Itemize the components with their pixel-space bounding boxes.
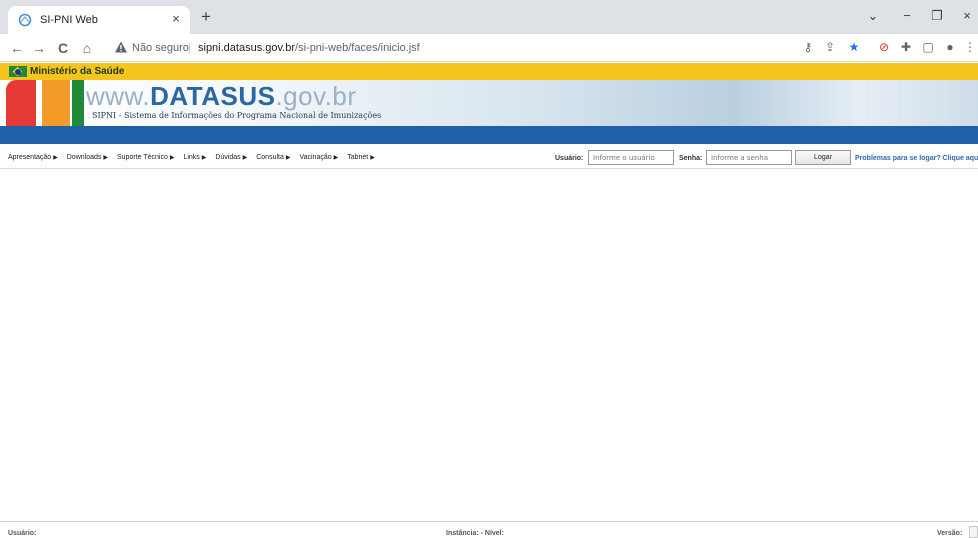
- main-menu: Apresentação ▶ Downloads ▶ Suporte Técnico…: [8, 153, 382, 163]
- datasus-logo: www.DATASUS.gov.br: [86, 81, 357, 111]
- system-subtitle: SIPNI - Sistema de Informações do Progra…: [92, 111, 382, 120]
- banner-red-block: [6, 80, 36, 126]
- profile-icon[interactable]: ●: [942, 40, 958, 54]
- user-input[interactable]: [588, 150, 674, 165]
- site-favicon-icon: [18, 13, 32, 27]
- main-menu-bar: Apresentação ▶ Downloads ▶ Suporte Técnico…: [0, 147, 978, 169]
- banner-orange-block: [42, 80, 70, 126]
- menu-item-tabnet[interactable]: Tabnet ▶: [347, 153, 375, 163]
- browser-tab-bar: SI-PNI Web × + ⌄ − ❐ ×: [0, 0, 978, 34]
- url-text[interactable]: sipni.datasus.gov.br/si-pni-web/faces/in…: [198, 41, 420, 55]
- url-separator: |: [188, 42, 191, 54]
- warning-icon[interactable]: [114, 40, 128, 54]
- forward-button[interactable]: →: [30, 39, 48, 57]
- restore-button[interactable]: ❐: [926, 8, 948, 24]
- share-icon[interactable]: ⇪: [822, 40, 838, 54]
- extension-red-icon[interactable]: ⊘: [876, 40, 892, 54]
- brazil-flag-icon: [9, 66, 27, 77]
- url-path: /si-pni-web/faces/inicio.jsf: [295, 42, 420, 54]
- close-window-button[interactable]: ×: [956, 8, 978, 24]
- version-box: [969, 526, 978, 538]
- menu-item-suporte-tecnico[interactable]: Suporte Técnico ▶: [117, 153, 174, 163]
- bookmark-star-icon[interactable]: ★: [846, 40, 862, 54]
- url-host: sipni.datasus.gov.br: [198, 42, 296, 54]
- menu-icon[interactable]: ⋮: [962, 40, 978, 54]
- menu-item-links[interactable]: Links ▶: [183, 153, 206, 163]
- address-bar[interactable]: Não seguro | sipni.datasus.gov.br/si-pni…: [108, 37, 968, 59]
- password-label: Senha:: [679, 155, 703, 162]
- menu-item-downloads[interactable]: Downloads ▶: [67, 153, 108, 163]
- browser-tab[interactable]: SI-PNI Web ×: [8, 6, 190, 34]
- menu-item-vacinacao[interactable]: Vacinação ▶: [299, 153, 338, 163]
- tab-close-icon[interactable]: ×: [168, 11, 184, 27]
- reload-button[interactable]: C: [54, 39, 72, 57]
- ministry-label[interactable]: Ministério da Saúde: [30, 65, 124, 78]
- menu-item-duvidas[interactable]: Dúvidas ▶: [215, 153, 247, 163]
- menu-item-apresentacao[interactable]: Apresentação ▶: [8, 153, 58, 163]
- home-button[interactable]: ⌂: [78, 39, 96, 57]
- minimize-button[interactable]: −: [896, 8, 918, 24]
- key-icon[interactable]: ⚷: [800, 40, 816, 54]
- puzzle-icon[interactable]: ✚: [898, 40, 914, 54]
- user-label: Usuário:: [555, 155, 584, 162]
- password-input[interactable]: [706, 150, 792, 165]
- status-version-label: Versão:: [937, 530, 963, 537]
- login-help-link[interactable]: Problemas para se logar? Clique aqui: [855, 154, 978, 164]
- browser-toolbar: ← → C ⌂ Não seguro | sipni.datasus.gov.b…: [0, 34, 978, 62]
- status-instance-label: Instância: - Nível:: [446, 530, 504, 537]
- government-bar: Ministério da Saúde: [0, 63, 978, 80]
- new-tab-button[interactable]: +: [196, 8, 216, 26]
- blue-divider-strip: [0, 126, 978, 144]
- tab-title: SI-PNI Web: [40, 14, 98, 26]
- back-button[interactable]: ←: [8, 39, 26, 57]
- menu-item-consulta[interactable]: Consulta ▶: [256, 153, 290, 163]
- datasus-banner: www.DATASUS.gov.br SIPNI - Sistema de In…: [0, 80, 978, 126]
- tab-search-icon[interactable]: ⌄: [862, 8, 884, 24]
- status-bar: Usuário: Instância: - Nível: Versão:: [0, 521, 978, 538]
- banner-green-block: [72, 80, 84, 126]
- status-user-label: Usuário:: [8, 530, 37, 537]
- not-secure-label[interactable]: Não seguro: [132, 41, 189, 55]
- login-button[interactable]: Logar: [795, 150, 851, 165]
- sidepanel-icon[interactable]: ▢: [920, 40, 936, 54]
